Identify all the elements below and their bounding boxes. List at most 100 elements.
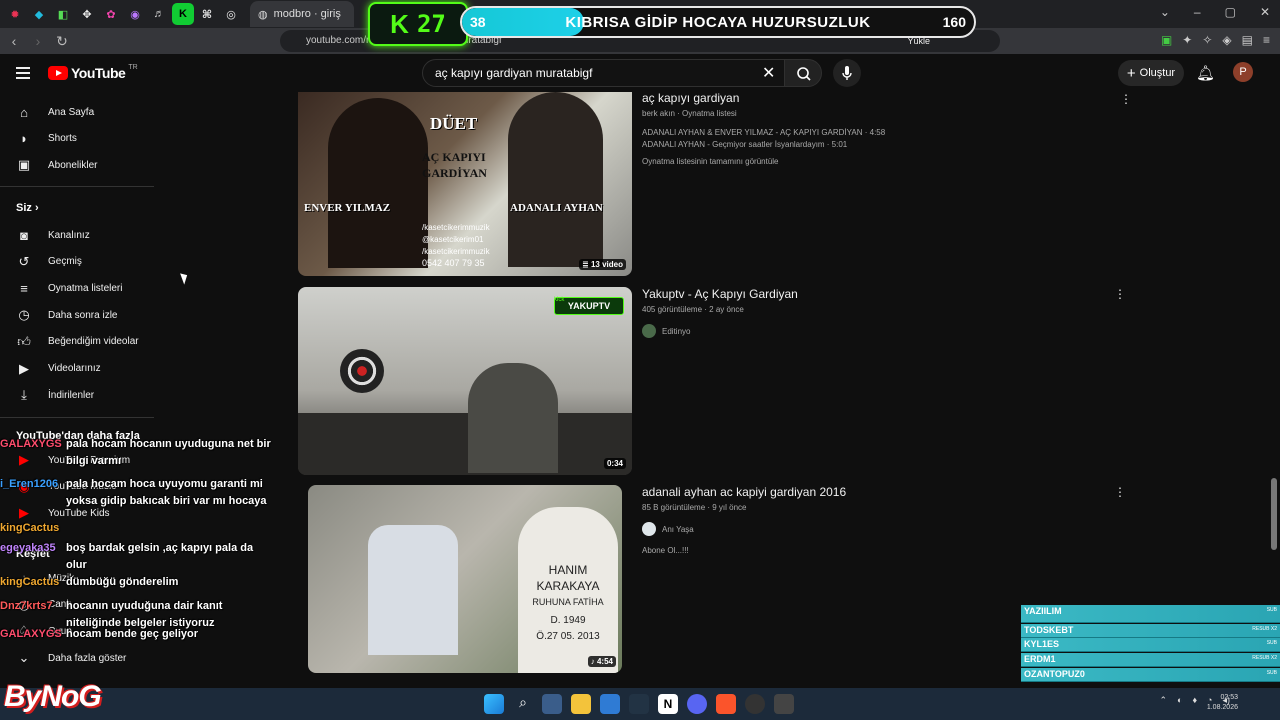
file-explorer-icon[interactable] <box>571 694 591 714</box>
sub-goal-bar: 38 KIBRISA GİDİP HOCAYA HUZURSUZLUK 160 <box>460 6 976 38</box>
reload-icon[interactable]: ↻ <box>52 33 72 50</box>
sidebar-item-abonelikler[interactable]: ▣ Abonelikler <box>0 152 154 178</box>
minimize-icon[interactable]: – <box>1194 5 1201 19</box>
result-info: adanali ayhan ac kapiyi gardiyan 2016 85… <box>642 485 1112 555</box>
recent-subs-overlay: YAZIILIM SUB TODSKEBT RESUB X2 KYL1ES SUB ERDM… <box>1021 605 1280 682</box>
pinned-tab-5[interactable]: ✿ <box>100 3 122 25</box>
sidebar-item-kanalınız[interactable]: ◙ Kanalınız <box>0 222 154 248</box>
sidebar-item-daha-sonra-izle[interactable]: ◷ Daha sonra izle <box>0 302 154 328</box>
create-button[interactable]: + Oluştur <box>1118 60 1184 86</box>
sidebar-item-beğendiğim-videolar[interactable]: 👍︎ Beğendiğim videolar <box>0 329 154 355</box>
sub-tag: SUB <box>1266 640 1277 647</box>
search-button[interactable] <box>784 59 822 87</box>
discord-icon[interactable] <box>687 694 707 714</box>
clear-search-icon[interactable]: ✕ <box>762 63 775 83</box>
active-tab[interactable]: ◍ modbro · giriş <box>250 1 354 27</box>
more-options-icon[interactable]: ⋮ <box>1114 287 1126 301</box>
result-title[interactable]: aç kapıyı gardiyan <box>642 91 1112 105</box>
pinned-tab-4[interactable]: ✥ <box>76 3 98 25</box>
more-options-icon[interactable]: ⋮ <box>1120 92 1132 106</box>
result-meta: 85 B görüntüleme · 9 yıl önce <box>642 503 747 512</box>
forward-icon[interactable]: › <box>28 33 48 49</box>
brave-icon[interactable] <box>716 694 736 714</box>
avatar[interactable]: P <box>1233 62 1253 82</box>
gravestone-line-3: RUHUNA FATİHA <box>532 597 604 607</box>
youtube-premium-icon: ▶ <box>19 452 29 467</box>
shield-icon[interactable]: ◈ <box>1222 33 1231 47</box>
tab-list-icon[interactable]: ⌄ <box>1160 5 1170 19</box>
sidebar-item-geçmiş[interactable]: ↺ Geçmiş <box>0 249 154 275</box>
show-more-button[interactable]: ⌄ Daha fazla göster <box>0 645 154 671</box>
taskbar-clock[interactable]: 02:53 1.08.2026 <box>1207 693 1238 713</box>
playlist-thumbnail[interactable]: DÜET AÇ KAPIYI GARDİYAN ENVER YILMAZ ADA… <box>298 92 632 276</box>
extension-icon[interactable]: ▣ <box>1161 33 1172 47</box>
page-scrollbar[interactable] <box>1271 478 1277 550</box>
app-icon[interactable] <box>774 694 794 714</box>
gravestone-image: HANIM KARAKAYA RUHUNA FATİHA D. 1949 Ö.2… <box>518 507 618 673</box>
notifications-bell-icon[interactable]: 🔔︎ <box>1196 64 1215 82</box>
pinned-tab-3[interactable]: ◧ <box>52 3 74 25</box>
maximize-icon[interactable]: ▢ <box>1225 5 1236 19</box>
start-icon[interactable] <box>484 694 504 714</box>
sidebar-item-oynatma-listeleri[interactable]: ≡ Oynatma listeleri <box>0 275 154 301</box>
obs-icon[interactable] <box>745 694 765 714</box>
sidebar-item-label: Daha sonra izle <box>48 309 118 321</box>
voice-search-button[interactable] <box>833 59 861 87</box>
chat-username: kingCactus <box>0 522 60 534</box>
pinned-tab-1[interactable]: ✹ <box>4 3 26 25</box>
pinned-tab-2[interactable]: ◆ <box>28 3 50 25</box>
playlist-line-1[interactable]: ADANALI AYHAN & ENVER YILMAZ - AÇ KAPIYI… <box>642 128 1112 137</box>
video-thumbnail[interactable]: HANIM KARAKAYA RUHUNA FATİHA D. 1949 Ö.2… <box>308 485 622 673</box>
pinned-tab-6[interactable]: ◉ <box>124 3 146 25</box>
recent-sub-row: KYL1ES SUB <box>1021 638 1280 653</box>
pinned-tab-7[interactable]: ♬ <box>148 3 170 25</box>
search-result-playlist[interactable]: DÜET AÇ KAPIYI GARDİYAN ENVER YILMAZ ADA… <box>298 91 1138 282</box>
hamburger-menu-icon[interactable] <box>16 67 30 79</box>
gravestone-line-1: HANIM <box>548 563 588 577</box>
microphone-icon <box>842 66 852 80</box>
more-options-icon[interactable]: ⋮ <box>1114 485 1126 499</box>
sidebar-item-shorts[interactable]: ◗ Shorts <box>0 126 154 152</box>
tray-app-icon[interactable]: ◐ <box>1177 695 1182 706</box>
youtube-logo-text: YouTube <box>71 65 126 81</box>
youtube-logo[interactable]: YouTube TR <box>48 64 138 81</box>
back-icon[interactable]: ‹ <box>4 33 24 49</box>
sidebar-item-i-ndirilenler[interactable]: ⤓ İndirilenler <box>0 382 154 408</box>
pinned-tab-kick[interactable]: K <box>172 3 194 25</box>
widgets-icon[interactable] <box>542 694 562 714</box>
clock-time: 02:53 <box>1220 694 1238 701</box>
sidebar-item-label: Kanalınız <box>48 229 90 241</box>
plus-icon: + <box>1126 64 1136 82</box>
ai-icon[interactable]: ✧ <box>1202 33 1212 47</box>
result-title[interactable]: Yakuptv - Aç Kapıyı Gardiyan <box>642 287 1112 301</box>
search-input[interactable]: aç kapıyı gardiyan muratabigf <box>422 59 786 87</box>
sidebar-you-heading[interactable]: Siz › <box>16 202 39 214</box>
wallet-icon[interactable]: ▤ <box>1242 33 1253 47</box>
goal-target: 160 <box>942 14 966 30</box>
video-thumbnail[interactable]: YAKUPTV kick 0:34 <box>298 287 632 475</box>
sidebar-item-videolarınız[interactable]: ▶ Videolarınız <box>0 356 154 382</box>
search-result-video[interactable]: YAKUPTV kick 0:34 Yakuptv - Aç Kapıyı Ga… <box>298 287 1138 475</box>
channel-link[interactable]: Anı Yaşa <box>642 522 1112 536</box>
gravestone-line-2: KARAKAYA <box>536 579 600 593</box>
close-window-icon[interactable]: ✕ <box>1260 5 1270 19</box>
pinned-tab-github[interactable]: ◎ <box>220 3 242 25</box>
channel-link[interactable]: Editinyo <box>642 324 1112 338</box>
menu-icon[interactable]: ≡ <box>1263 33 1270 47</box>
pinned-tab-8[interactable]: ⌘ <box>196 3 218 25</box>
photos-icon[interactable] <box>600 694 620 714</box>
tray-chevron-icon[interactable]: ⌃ <box>1159 695 1167 706</box>
chat-username: GALAXYGS <box>0 628 62 640</box>
remote-desktop-icon[interactable] <box>629 694 649 714</box>
sub-name: TODSKEBT <box>1024 624 1074 635</box>
puzzle-icon[interactable]: ✦ <box>1182 33 1192 47</box>
view-full-playlist-link[interactable]: Oynatma listesinin tamamını görüntüle <box>642 157 1112 166</box>
channel-name: Anı Yaşa <box>662 524 694 534</box>
playlist-line-2[interactable]: ADANALI AYHAN - Geçmiyor saatler İsyanla… <box>642 140 1112 149</box>
search-result-video[interactable]: HANIM KARAKAYA RUHUNA FATİHA D. 1949 Ö.2… <box>298 485 1138 673</box>
sidebar-item-ana-sayfa[interactable]: ⌂ Ana Sayfa <box>0 99 154 125</box>
mic-tray-icon[interactable]: ♦ <box>1192 695 1197 706</box>
notion-icon[interactable]: N <box>658 694 678 714</box>
taskbar-search-icon[interactable]: ⌕ <box>513 694 533 714</box>
result-title[interactable]: adanali ayhan ac kapiyi gardiyan 2016 <box>642 485 1112 499</box>
